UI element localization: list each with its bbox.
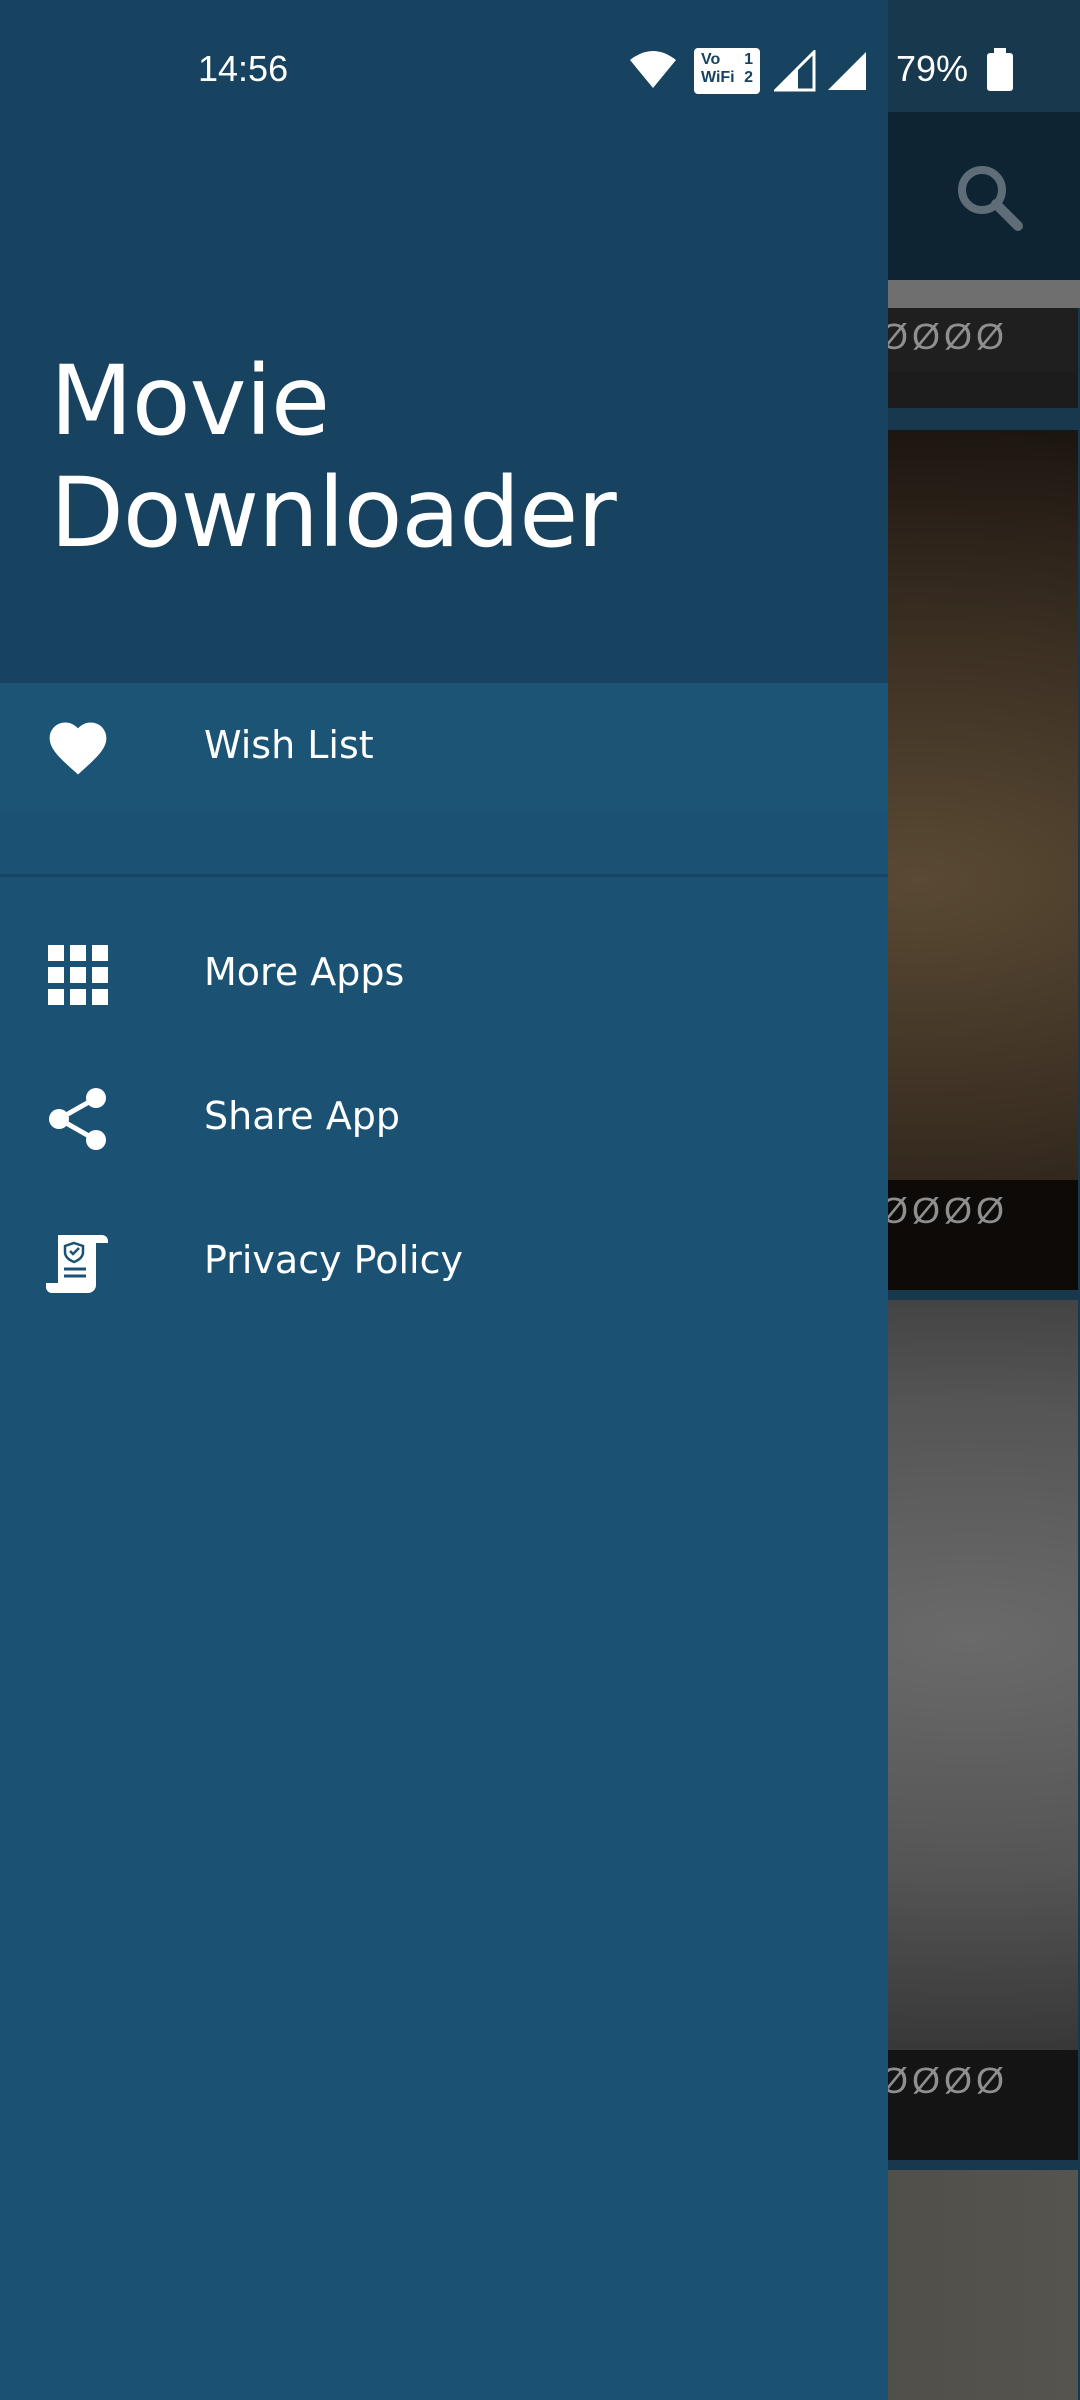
signal-icon — [826, 50, 868, 97]
wifi-label: WiFi — [701, 69, 735, 86]
menu-item-label: Wish List — [204, 723, 374, 767]
battery-percent: 79% — [896, 48, 969, 89]
status-time: 14:56 — [198, 48, 289, 89]
battery-icon — [984, 48, 1016, 97]
menu-item-privacy-policy[interactable]: Privacy Policy — [0, 1198, 888, 1328]
menu-item-wish-list[interactable]: Wish List — [0, 683, 888, 813]
sim-label: 2 — [744, 69, 753, 86]
menu-item-label: Share App — [204, 1094, 400, 1138]
heart-icon — [44, 714, 112, 782]
menu-item-more-apps[interactable]: More Apps — [0, 910, 888, 1040]
sim-label: 1 — [744, 51, 753, 68]
volte-label: Vo — [701, 51, 721, 68]
menu-item-label: Privacy Policy — [204, 1238, 463, 1282]
share-icon — [44, 1085, 112, 1153]
status-bar: 14:56 Vo 1 WiFi 2 79% — [0, 0, 1080, 112]
navigation-drawer[interactable]: Movie Downloader Wish List More Apps Sha… — [0, 0, 888, 2400]
policy-scroll-icon — [44, 1229, 112, 1297]
divider — [0, 874, 888, 877]
volte-wifi-icon: Vo 1 WiFi 2 — [694, 48, 760, 94]
menu-item-share-app[interactable]: Share App — [0, 1054, 888, 1184]
signal-icon — [772, 48, 816, 97]
menu-item-label: More Apps — [204, 950, 405, 994]
app-title: Movie Downloader — [50, 345, 617, 569]
apps-grid-icon — [44, 941, 112, 1009]
search-icon[interactable] — [950, 158, 1030, 238]
wifi-icon — [628, 50, 678, 95]
